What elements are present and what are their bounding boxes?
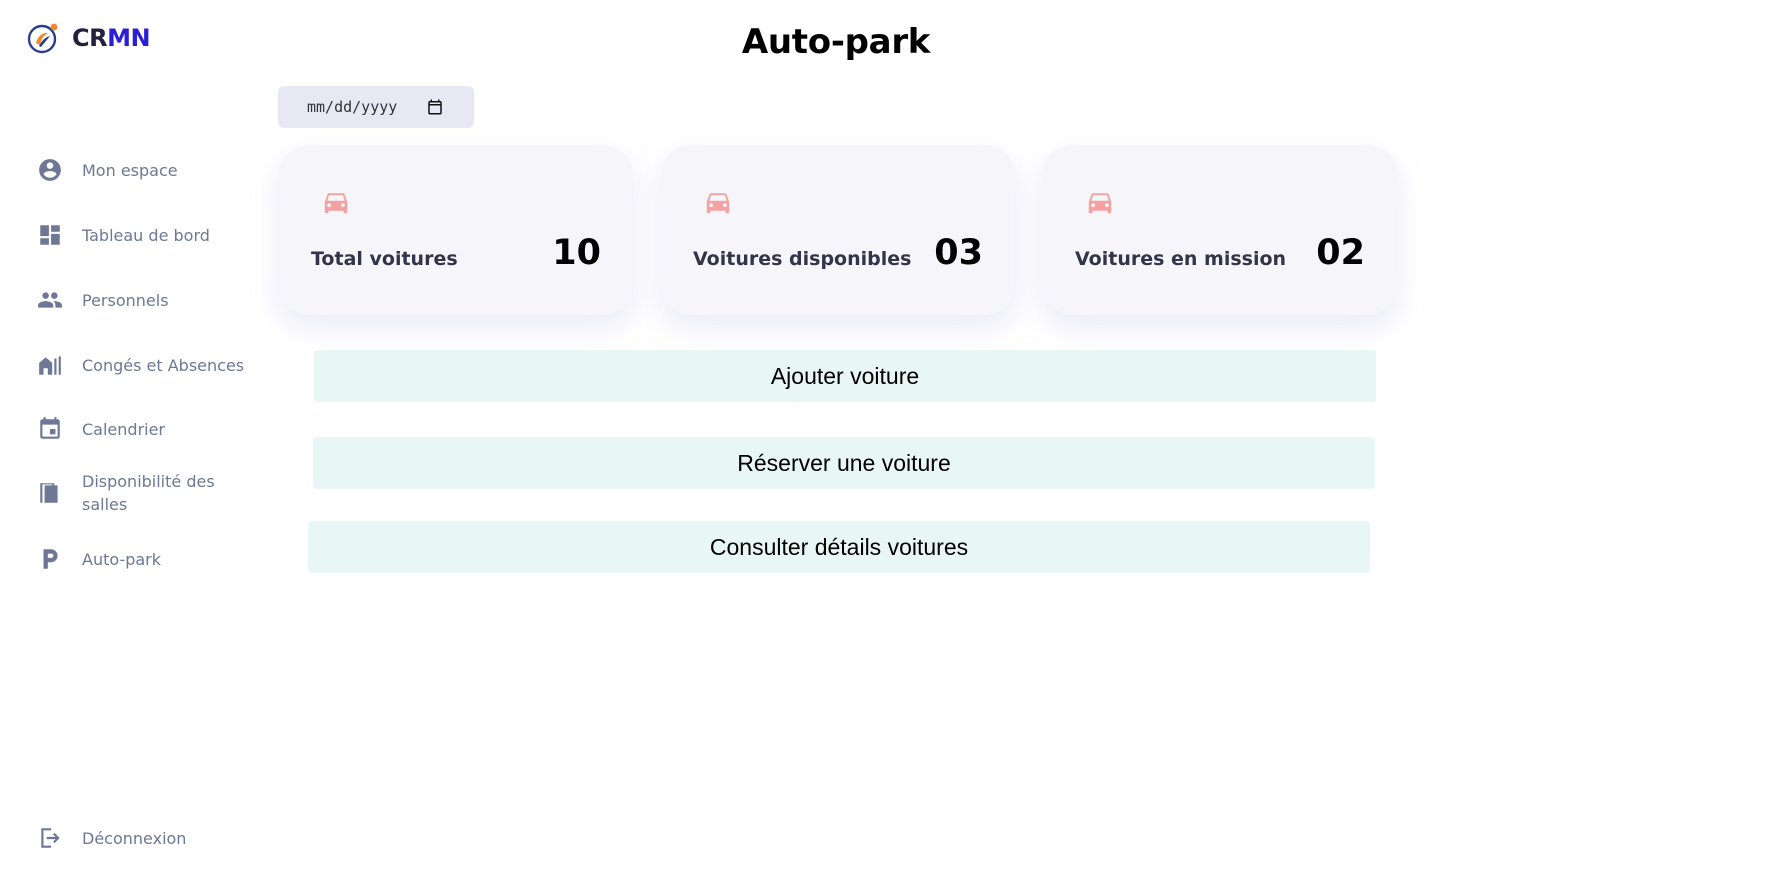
- date-input[interactable]: mm/dd/yyyy: [278, 86, 474, 128]
- stat-label: Total voitures: [311, 248, 458, 270]
- car-icon: [321, 187, 351, 217]
- dashboard-icon: [36, 221, 64, 249]
- calendar-icon: [36, 415, 64, 443]
- sidebar-item-auto-park[interactable]: Auto-park: [36, 545, 256, 573]
- absence-icon: [36, 351, 64, 379]
- app-root: CRMN Mon espace Tableau de bord Personne…: [0, 0, 1792, 886]
- stat-card-mission: Voitures en mission 02: [1043, 145, 1397, 315]
- stat-value: 02: [1316, 233, 1365, 273]
- sidebar-item-disponibilite-salles[interactable]: Disponibilité des salles: [36, 470, 256, 516]
- sidebar-item-tableau-de-bord[interactable]: Tableau de bord: [36, 221, 256, 249]
- sidebar-item-label: Tableau de bord: [82, 225, 210, 245]
- sidebar-item-label: Personnels: [82, 290, 169, 310]
- logout-label: Déconnexion: [82, 828, 187, 848]
- stat-value: 03: [934, 233, 983, 273]
- reserve-car-button[interactable]: Réserver une voiture: [313, 437, 1375, 489]
- stat-label: Voitures en mission: [1075, 248, 1287, 270]
- sidebar-item-label: Congés et Absences: [82, 355, 245, 375]
- people-icon: [36, 286, 64, 314]
- page-title: Auto-park: [741, 22, 931, 62]
- sidebar-item-calendrier[interactable]: Calendrier: [36, 415, 256, 443]
- add-car-button[interactable]: Ajouter voiture: [314, 350, 1376, 402]
- sidebar: CRMN Mon espace Tableau de bord Personne…: [0, 0, 262, 886]
- sidebar-item-label: Mon espace: [82, 160, 178, 180]
- stat-card-available: Voitures disponibles 03: [661, 145, 1015, 315]
- sidebar-item-label: Disponibilité des salles: [82, 472, 215, 514]
- sidebar-item-personnels[interactable]: Personnels: [36, 286, 256, 314]
- logout-icon: [36, 824, 64, 852]
- door-icon: [36, 479, 64, 507]
- stat-card-total: Total voitures 10: [279, 145, 633, 315]
- sidebar-item-mon-espace[interactable]: Mon espace: [36, 156, 256, 184]
- logout-button[interactable]: Déconnexion: [36, 824, 256, 852]
- sidebar-item-conges-absences[interactable]: Congés et Absences: [36, 351, 256, 379]
- car-icon: [1085, 187, 1115, 217]
- account-circle-icon: [36, 156, 64, 184]
- sidebar-item-label: Calendrier: [82, 419, 166, 439]
- calendar-picker-icon[interactable]: [426, 98, 444, 116]
- date-input-placeholder: mm/dd/yyyy: [307, 98, 398, 116]
- car-icon: [703, 187, 733, 217]
- stat-value: 10: [552, 233, 601, 273]
- sidebar-item-label: Auto-park: [82, 549, 162, 569]
- parking-icon: [36, 545, 64, 573]
- stat-label: Voitures disponibles: [693, 248, 912, 270]
- car-details-button[interactable]: Consulter détails voitures: [308, 521, 1370, 573]
